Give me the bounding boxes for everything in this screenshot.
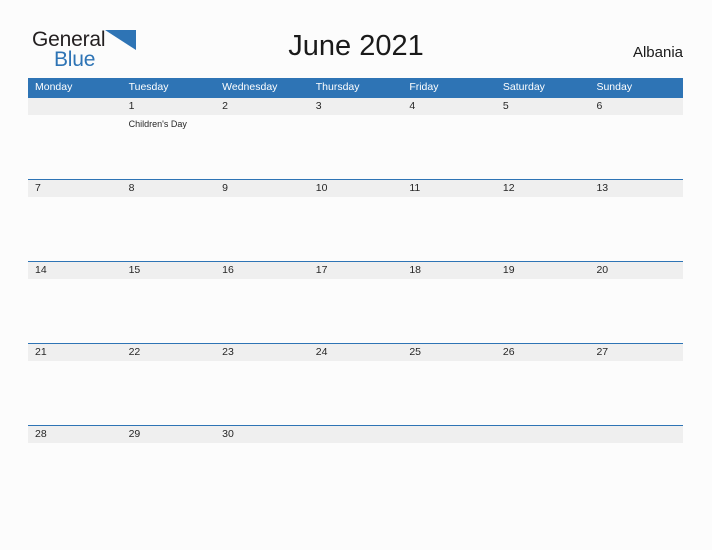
date-number[interactable]: 5: [496, 98, 590, 115]
day-cell[interactable]: [122, 279, 216, 343]
calendar-week-row: 7 8 9 10 11 12 13: [28, 179, 683, 261]
weekday-header-thursday: Thursday: [315, 81, 360, 93]
day-cell[interactable]: [402, 115, 496, 179]
day-cell[interactable]: [589, 443, 683, 507]
date-number[interactable]: 27: [589, 344, 683, 361]
date-number[interactable]: 20: [589, 262, 683, 279]
date-number[interactable]: 22: [122, 344, 216, 361]
day-cell[interactable]: Children's Day: [122, 115, 216, 179]
day-cell[interactable]: [496, 443, 590, 507]
day-cell[interactable]: [496, 197, 590, 261]
day-cell[interactable]: [496, 361, 590, 425]
day-cell[interactable]: [28, 361, 122, 425]
week-event-band: [28, 279, 683, 343]
date-number[interactable]: 6: [589, 98, 683, 115]
date-number[interactable]: 29: [122, 426, 216, 443]
day-cell[interactable]: [309, 197, 403, 261]
weekday-header-row: Monday Tuesday Wednesday Thursday Friday…: [28, 78, 683, 97]
calendar-week-row: 14 15 16 17 18 19 20: [28, 261, 683, 343]
date-number[interactable]: [28, 98, 122, 115]
day-cell[interactable]: [496, 279, 590, 343]
country-label: Albania: [632, 44, 683, 61]
date-number[interactable]: 30: [215, 426, 309, 443]
day-cell[interactable]: [309, 279, 403, 343]
date-number[interactable]: 17: [309, 262, 403, 279]
day-cell[interactable]: [589, 361, 683, 425]
date-number[interactable]: 26: [496, 344, 590, 361]
date-number[interactable]: 18: [402, 262, 496, 279]
day-cell[interactable]: [122, 197, 216, 261]
day-cell[interactable]: [215, 443, 309, 507]
week-date-band: 7 8 9 10 11 12 13: [28, 179, 683, 197]
day-cell[interactable]: [215, 115, 309, 179]
day-cell[interactable]: [402, 279, 496, 343]
date-number[interactable]: 8: [122, 180, 216, 197]
day-cell[interactable]: [28, 279, 122, 343]
day-cell[interactable]: [589, 279, 683, 343]
date-number[interactable]: [309, 426, 403, 443]
day-cell[interactable]: [215, 279, 309, 343]
date-number[interactable]: 3: [309, 98, 403, 115]
day-cell[interactable]: [402, 197, 496, 261]
week-event-band: [28, 197, 683, 261]
weekday-header-tuesday: Tuesday: [128, 81, 169, 93]
day-cell[interactable]: [122, 443, 216, 507]
date-number[interactable]: [402, 426, 496, 443]
date-number[interactable]: 19: [496, 262, 590, 279]
week-event-band: [28, 443, 683, 507]
calendar-grid: Monday Tuesday Wednesday Thursday Friday…: [28, 78, 683, 507]
day-cell[interactable]: [402, 361, 496, 425]
day-cell[interactable]: [309, 443, 403, 507]
calendar-week-row: 28 29 30: [28, 425, 683, 507]
day-cell[interactable]: [589, 197, 683, 261]
date-number[interactable]: 23: [215, 344, 309, 361]
weekday-header-saturday: Saturday: [502, 81, 545, 93]
day-cell[interactable]: [28, 443, 122, 507]
date-number[interactable]: 12: [496, 180, 590, 197]
week-date-band: 14 15 16 17 18 19 20: [28, 261, 683, 279]
date-number[interactable]: 4: [402, 98, 496, 115]
date-number[interactable]: [589, 426, 683, 443]
event-label: Children's Day: [128, 119, 187, 129]
date-number[interactable]: 11: [402, 180, 496, 197]
date-number[interactable]: 2: [215, 98, 309, 115]
date-number[interactable]: 28: [28, 426, 122, 443]
day-cell[interactable]: [215, 197, 309, 261]
page-header: General Blue June 2021 Albania: [0, 0, 712, 76]
date-number[interactable]: 10: [309, 180, 403, 197]
day-cell[interactable]: [309, 361, 403, 425]
date-number[interactable]: 14: [28, 262, 122, 279]
weekday-header-wednesday: Wednesday: [222, 81, 278, 93]
week-event-band: [28, 361, 683, 425]
week-event-band: Children's Day: [28, 115, 683, 179]
weekday-header-friday: Friday: [409, 81, 439, 93]
page-title: June 2021: [288, 30, 424, 62]
date-number[interactable]: 7: [28, 180, 122, 197]
date-number[interactable]: 16: [215, 262, 309, 279]
weekday-header-sunday: Sunday: [596, 81, 633, 93]
date-number[interactable]: 13: [589, 180, 683, 197]
calendar-week-row: 21 22 23 24 25 26 27: [28, 343, 683, 425]
day-cell[interactable]: [215, 361, 309, 425]
week-date-band: 1 2 3 4 5 6: [28, 97, 683, 115]
date-number[interactable]: 15: [122, 262, 216, 279]
date-number[interactable]: 9: [215, 180, 309, 197]
date-number[interactable]: 21: [28, 344, 122, 361]
day-cell[interactable]: [28, 115, 122, 179]
day-cell[interactable]: [122, 361, 216, 425]
weekday-header-monday: Monday: [35, 81, 73, 93]
day-cell[interactable]: [28, 197, 122, 261]
day-cell[interactable]: [496, 115, 590, 179]
date-number[interactable]: 1: [122, 98, 216, 115]
calendar-week-row: 1 2 3 4 5 6 Children's Day: [28, 97, 683, 179]
day-cell[interactable]: [402, 443, 496, 507]
date-number[interactable]: [496, 426, 590, 443]
week-date-band: 28 29 30: [28, 425, 683, 443]
day-cell[interactable]: [589, 115, 683, 179]
week-date-band: 21 22 23 24 25 26 27: [28, 343, 683, 361]
date-number[interactable]: 24: [309, 344, 403, 361]
day-cell[interactable]: [309, 115, 403, 179]
date-number[interactable]: 25: [402, 344, 496, 361]
